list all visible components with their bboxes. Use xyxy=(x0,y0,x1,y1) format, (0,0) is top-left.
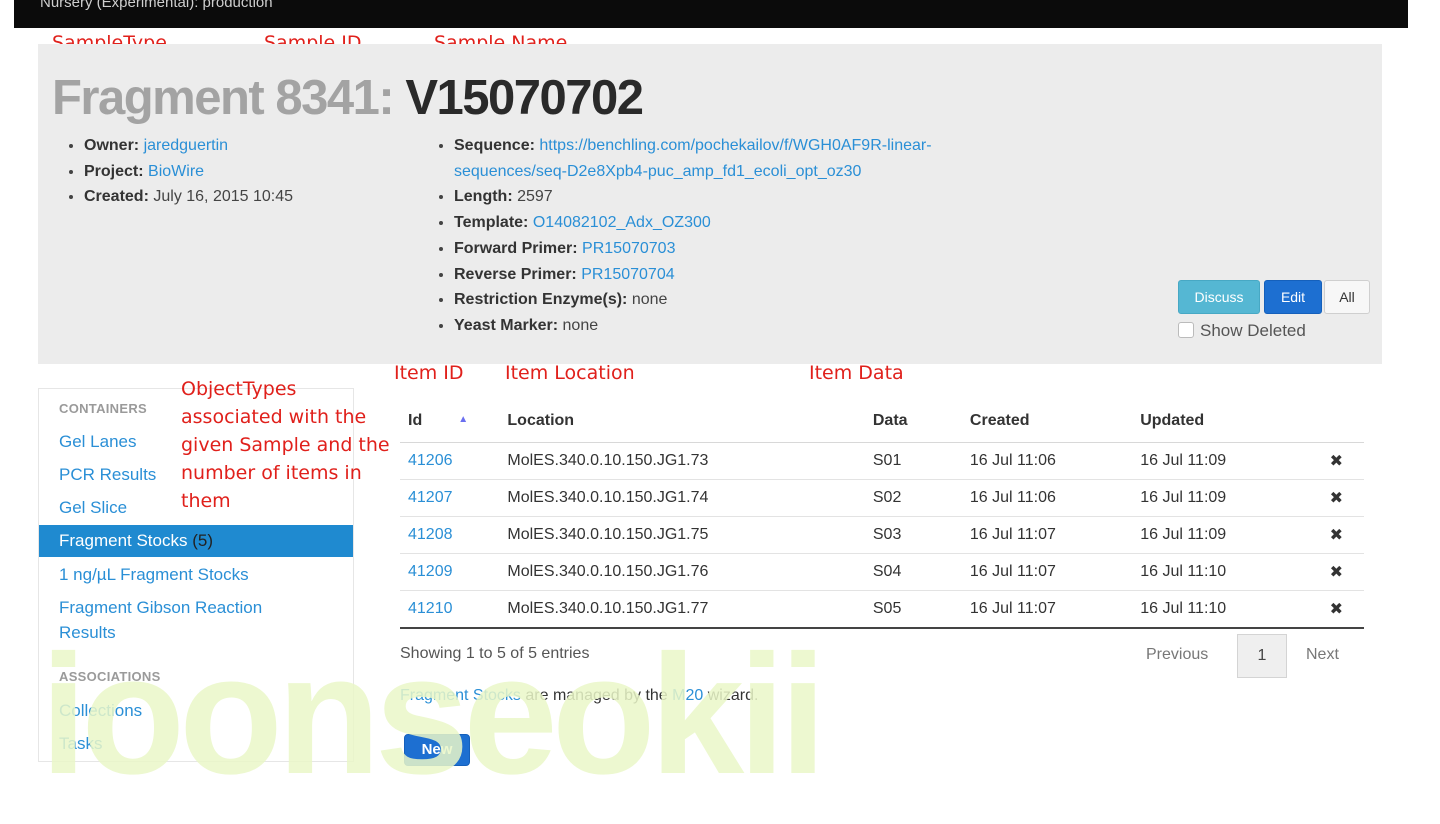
page-title: Fragment 8341: V15070702 xyxy=(52,68,644,128)
item-location: MolES.340.0.10.150.JG1.73 xyxy=(507,442,873,480)
meta-forward-primer: Forward Primer: PR15070703 xyxy=(454,236,1054,262)
column-header-actions xyxy=(1308,400,1364,443)
fragment-stocks-link[interactable]: Fragment Stocks xyxy=(400,687,521,704)
item-updated: 16 Jul 11:09 xyxy=(1140,442,1309,480)
item-created: 16 Jul 11:06 xyxy=(969,442,1141,480)
annotation-item-id: Item ID xyxy=(394,362,464,384)
app-title: Nursery (Experimental): production xyxy=(40,0,273,11)
item-created: 16 Jul 11:06 xyxy=(969,479,1141,517)
table-row: 41210 MolES.340.0.10.150.JG1.77 S05 16 J… xyxy=(400,590,1364,629)
item-updated: 16 Jul 11:10 xyxy=(1140,590,1309,629)
previous-page-button[interactable]: Previous xyxy=(1146,646,1208,664)
column-header-created[interactable]: Created xyxy=(969,400,1141,443)
wizard-link[interactable]: M20 xyxy=(672,687,703,704)
sidebar-item-collections[interactable]: Collections xyxy=(39,698,353,723)
table-row: 41206 MolES.340.0.10.150.JG1.73 S01 16 J… xyxy=(400,442,1364,480)
discuss-button[interactable]: Discuss xyxy=(1178,280,1260,314)
item-location: MolES.340.0.10.150.JG1.74 xyxy=(507,479,873,517)
item-updated: 16 Jul 11:09 xyxy=(1140,516,1309,554)
delete-icon[interactable]: ✖ xyxy=(1308,479,1364,517)
meta-created: Created: July 16, 2015 10:45 xyxy=(84,184,293,210)
wizard-note: Fragment Stocks are managed by the M20 w… xyxy=(400,687,759,704)
sample-name: V15070702 xyxy=(405,71,644,125)
item-updated: 16 Jul 11:10 xyxy=(1140,553,1309,591)
app-topbar: Nursery (Experimental): production xyxy=(14,0,1408,28)
item-created: 16 Jul 11:07 xyxy=(969,553,1141,591)
entries-summary: Showing 1 to 5 of 5 entries xyxy=(400,645,590,662)
item-data: S04 xyxy=(872,553,970,591)
next-page-button[interactable]: Next xyxy=(1306,646,1339,664)
column-header-id[interactable]: Id ▲ xyxy=(400,400,508,443)
table-header-row: Id ▲ Location Data Created Updated xyxy=(400,400,1364,443)
item-data: S05 xyxy=(872,590,970,629)
item-data: S01 xyxy=(872,442,970,480)
annotation-item-data: Item Data xyxy=(809,362,904,384)
item-id-link[interactable]: 41208 xyxy=(408,526,453,543)
length-value: 2597 xyxy=(517,188,553,206)
reverse-primer-link[interactable]: PR15070704 xyxy=(581,266,674,283)
item-location: MolES.340.0.10.150.JG1.77 xyxy=(507,590,873,629)
page-1-button[interactable]: 1 xyxy=(1237,634,1287,678)
column-header-location[interactable]: Location xyxy=(507,400,873,443)
sample-type-id: Fragment 8341: xyxy=(52,71,395,125)
meta-restriction-enzyme: Restriction Enzyme(s): none xyxy=(454,287,1054,313)
delete-icon[interactable]: ✖ xyxy=(1308,516,1364,554)
sample-meta-left: Owner: jaredguertin Project: BioWire Cre… xyxy=(62,133,293,210)
meta-length: Length: 2597 xyxy=(454,184,1054,210)
sidebar-item-label: Fragment Stocks xyxy=(59,531,188,550)
table-row: 41209 MolES.340.0.10.150.JG1.76 S04 16 J… xyxy=(400,553,1364,591)
meta-yeast-marker: Yeast Marker: none xyxy=(454,313,1054,339)
created-value: July 16, 2015 10:45 xyxy=(153,188,294,206)
item-location: MolES.340.0.10.150.JG1.76 xyxy=(507,553,873,591)
enzyme-value: none xyxy=(631,291,668,309)
delete-icon[interactable]: ✖ xyxy=(1308,553,1364,591)
show-deleted-toggle[interactable]: Show Deleted xyxy=(1178,321,1306,341)
template-link[interactable]: O14082102_Adx_OZ300 xyxy=(533,214,711,231)
sidebar-item-fragment-gibson-results[interactable]: Fragment Gibson Reaction Results xyxy=(39,595,353,645)
containers-heading: CONTAINERS xyxy=(59,401,147,416)
meta-reverse-primer: Reverse Primer: PR15070704 xyxy=(454,262,1054,288)
meta-project: Project: BioWire xyxy=(84,159,293,185)
item-id-link[interactable]: 41210 xyxy=(408,600,453,617)
sort-ascending-icon[interactable]: ▲ xyxy=(458,414,468,425)
annotation-item-location: Item Location xyxy=(505,362,635,384)
item-location: MolES.340.0.10.150.JG1.75 xyxy=(507,516,873,554)
yeast-value: none xyxy=(562,316,599,334)
associations-heading: ASSOCIATIONS xyxy=(59,669,161,684)
show-deleted-checkbox[interactable] xyxy=(1178,321,1194,338)
item-id-link[interactable]: 41209 xyxy=(408,563,453,580)
items-table: Id ▲ Location Data Created Updated 41206 … xyxy=(400,400,1364,629)
delete-icon[interactable]: ✖ xyxy=(1308,442,1364,480)
item-data: S03 xyxy=(872,516,970,554)
item-id-link[interactable]: 41206 xyxy=(408,452,453,469)
new-item-button[interactable]: New xyxy=(404,734,470,766)
item-count-badge: (5) xyxy=(192,531,214,550)
sidebar-item-fragment-stocks[interactable]: Fragment Stocks (5) xyxy=(39,525,353,557)
item-created: 16 Jul 11:07 xyxy=(969,516,1141,554)
item-id-link[interactable]: 41207 xyxy=(408,489,453,506)
meta-sequence: Sequence: https://benchling.com/pochekai… xyxy=(454,133,1054,184)
delete-icon[interactable]: ✖ xyxy=(1308,590,1364,629)
sidebar-item-1ng-fragment-stocks[interactable]: 1 ng/µL Fragment Stocks xyxy=(39,562,353,587)
owner-link[interactable]: jaredguertin xyxy=(144,137,229,154)
table-row: 41207 MolES.340.0.10.150.JG1.74 S02 16 J… xyxy=(400,479,1364,517)
all-button[interactable]: All xyxy=(1324,280,1370,314)
column-header-data[interactable]: Data xyxy=(872,400,970,443)
meta-template: Template: O14082102_Adx_OZ300 xyxy=(454,210,1054,236)
item-data: S02 xyxy=(872,479,970,517)
annotation-object-types: ObjectTypes associated with the given Sa… xyxy=(181,378,390,512)
table-row: 41208 MolES.340.0.10.150.JG1.75 S03 16 J… xyxy=(400,516,1364,554)
sidebar-item-tasks[interactable]: Tasks xyxy=(39,731,353,756)
meta-owner: Owner: jaredguertin xyxy=(84,133,293,159)
column-header-updated[interactable]: Updated xyxy=(1140,400,1309,443)
show-deleted-label: Show Deleted xyxy=(1200,321,1306,340)
sample-meta-right: Sequence: https://benchling.com/pochekai… xyxy=(432,133,1054,339)
edit-button[interactable]: Edit xyxy=(1264,280,1322,314)
item-created: 16 Jul 11:07 xyxy=(969,590,1141,629)
project-link[interactable]: BioWire xyxy=(148,163,204,180)
item-updated: 16 Jul 11:09 xyxy=(1140,479,1309,517)
forward-primer-link[interactable]: PR15070703 xyxy=(582,240,675,257)
